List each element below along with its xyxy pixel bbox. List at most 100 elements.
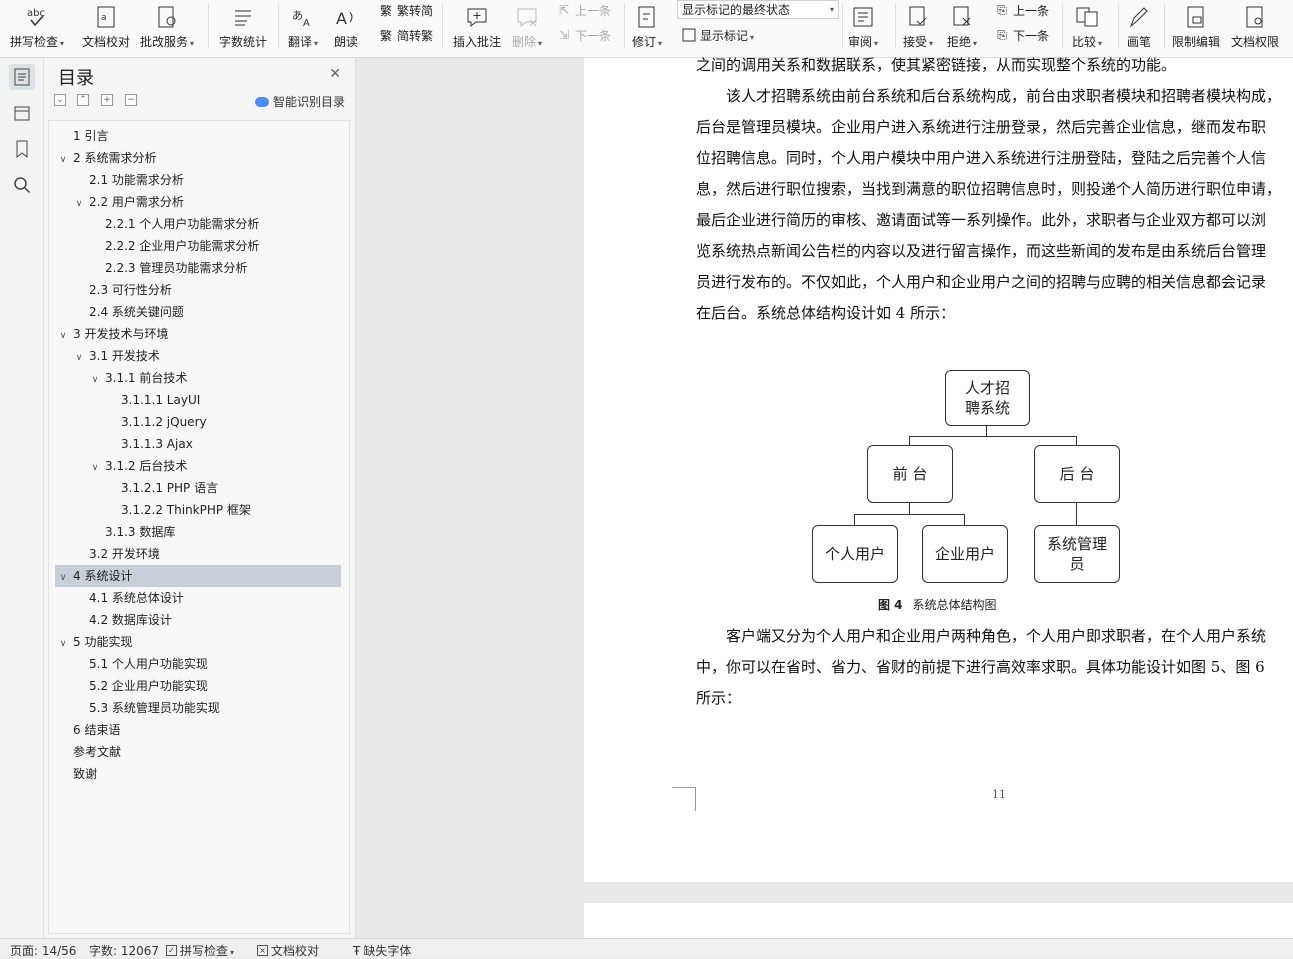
toc-item[interactable]: 2.2.2 企业用户功能需求分析 — [55, 235, 341, 257]
prev-comment-button[interactable]: ⇱ 上一条 — [556, 1, 611, 19]
simp-trad-icon: 繁 — [379, 28, 392, 43]
toc-item[interactable]: ∨ 2.2 用户需求分析 — [55, 191, 341, 213]
toc-icon[interactable] — [9, 64, 35, 90]
toc-item[interactable]: 致谢 — [55, 763, 341, 785]
toc-item[interactable]: 2.1 功能需求分析 — [55, 169, 341, 191]
node-admin: 系统管理员 — [1034, 525, 1120, 583]
toc-item-label: 4 系统设计 — [73, 569, 133, 583]
expand-up-icon[interactable]: ⌃ — [77, 94, 89, 106]
toc-item[interactable]: 2.4 系统关键问题 — [55, 301, 341, 323]
svg-text:A: A — [336, 9, 347, 28]
smart-toc-icon — [254, 96, 269, 107]
toc-item[interactable]: ∨ 4 系统设计 — [55, 565, 341, 587]
toc-item[interactable]: 3.1.2.1 PHP 语言 — [55, 477, 341, 499]
toc-item[interactable]: 2.2.3 管理员功能需求分析 — [55, 257, 341, 279]
chevron-down-icon[interactable]: ∨ — [89, 457, 101, 479]
toc-item[interactable]: 5.1 个人用户功能实现 — [55, 653, 341, 675]
toc-item[interactable]: 1 引言 — [55, 125, 341, 147]
node-enterprise-user: 企业用户 — [922, 525, 1008, 583]
page-indicator[interactable]: 页面: 14/56 — [10, 942, 76, 959]
toc-item-label: 3.1 开发技术 — [89, 349, 160, 363]
add-heading-icon[interactable]: + — [101, 94, 113, 106]
toc-item[interactable]: 3.1.2.2 ThinkPHP 框架 — [55, 499, 341, 521]
chevron-down-icon[interactable]: ∨ — [73, 347, 85, 369]
toc-item[interactable]: ∨ 5 功能实现 — [55, 631, 341, 653]
show-markup-icon — [681, 27, 697, 43]
svg-text:A: A — [303, 18, 310, 28]
ink-button[interactable]: 画笔 — [1126, 0, 1152, 50]
review-pane-icon — [850, 5, 876, 29]
translate-button[interactable]: あA 翻译 — [288, 0, 318, 50]
search-icon[interactable] — [9, 172, 35, 198]
next-change-button[interactable]: ⎘ 下一条 — [994, 26, 1049, 44]
toc-item[interactable]: 参考文献 — [55, 741, 341, 763]
review-pane-button[interactable]: 审阅 — [848, 0, 878, 50]
toc-item-label: 5.1 个人用户功能实现 — [89, 657, 208, 671]
markup-state-select[interactable]: 显示标记的最终状态 ▾ — [677, 0, 839, 19]
accept-button[interactable]: 接受 — [903, 0, 933, 50]
doc-permission-button[interactable]: 文档权限 — [1231, 0, 1279, 50]
bookmark-icon[interactable] — [9, 136, 35, 162]
toc-item[interactable]: 2.3 可行性分析 — [55, 279, 341, 301]
toc-item[interactable]: ∨ 2 系统需求分析 — [55, 147, 341, 169]
toc-item[interactable]: 4.2 数据库设计 — [55, 609, 341, 631]
toc-item[interactable]: ∨ 3.1.2 后台技术 — [55, 455, 341, 477]
toc-item-label: 3.1.1.3 Ajax — [121, 437, 193, 451]
toc-item[interactable]: ∨ 3.1.1 前台技术 — [55, 367, 341, 389]
toc-item-label: 3.1.2.2 ThinkPHP 框架 — [121, 503, 251, 517]
toc-item-label: 1 引言 — [73, 129, 109, 143]
smart-toc-button[interactable]: 智能识别目录 — [254, 93, 345, 110]
prev-change-button[interactable]: ⎘ 上一条 — [994, 1, 1049, 19]
collapse-all-icon[interactable]: ⌄ — [54, 94, 66, 106]
toc-item[interactable]: 3.1.3 数据库 — [55, 521, 341, 543]
node-root: 人才招聘系统 — [945, 370, 1030, 426]
status-spell-check[interactable]: ✓ 拼写检查 — [166, 942, 234, 959]
chevron-down-icon[interactable]: ∨ — [73, 193, 85, 215]
trad-to-simp-button[interactable]: 繁繁转简 — [378, 1, 433, 19]
chevron-down-icon[interactable]: ∨ — [57, 633, 69, 655]
remove-heading-icon[interactable]: − — [125, 94, 137, 106]
next-document-page[interactable] — [584, 903, 1293, 938]
word-count-indicator[interactable]: 字数: 12067 — [89, 942, 159, 959]
missing-font-indicator[interactable]: Ŧ 缺失字体 — [353, 942, 411, 959]
doc-proof-button[interactable]: a 文档校对 — [82, 0, 130, 50]
chevron-down-icon[interactable]: ∨ — [57, 567, 69, 589]
toc-item[interactable]: 2.2.1 个人用户功能需求分析 — [55, 213, 341, 235]
toc-item-label: 3.1.3 数据库 — [105, 525, 176, 539]
toc-item-label: 4.1 系统总体设计 — [89, 591, 184, 605]
toc-item[interactable]: 3.1.1.2 jQuery — [55, 411, 341, 433]
toc-item[interactable]: 3.1.1.3 Ajax — [55, 433, 341, 455]
batch-service-button[interactable]: 批改服务 — [140, 0, 194, 50]
delete-comment-button[interactable]: 删除 — [512, 0, 542, 50]
track-changes-button[interactable]: 修订 — [632, 0, 662, 50]
read-aloud-button[interactable]: A 朗读 — [333, 0, 359, 50]
accept-icon — [905, 5, 931, 29]
insert-comment-button[interactable]: 插入批注 — [453, 0, 501, 50]
simp-to-trad-button[interactable]: 繁简转繁 — [378, 26, 433, 44]
toc-item-label: 2.2.1 个人用户功能需求分析 — [105, 217, 260, 231]
toc-item[interactable]: 3.1.1.1 LayUI — [55, 389, 341, 411]
chevron-down-icon[interactable]: ∨ — [89, 369, 101, 391]
show-markup-button[interactable]: 显示标记 — [681, 26, 754, 44]
reject-button[interactable]: 拒绝 — [947, 0, 977, 50]
restrict-edit-button[interactable]: 限制编辑 — [1172, 0, 1220, 50]
toc-item[interactable]: 5.3 系统管理员功能实现 — [55, 697, 341, 719]
chapter-nav-icon[interactable] — [9, 100, 35, 126]
chevron-down-icon[interactable]: ∨ — [57, 149, 69, 171]
toc-item[interactable]: 6 结束语 — [55, 719, 341, 741]
toc-item[interactable]: 4.1 系统总体设计 — [55, 587, 341, 609]
paragraph-line: 后台是管理员模块。企业用户进入系统进行注册登录，然后完善企业信息，继而发布职 — [696, 118, 1267, 136]
toc-item[interactable]: ∨ 3 开发技术与环境 — [55, 323, 341, 345]
paragraph-line: 览系统热点新闻公告栏的内容以及进行留言操作，而这些新闻的发布是由系统后台管理 — [696, 242, 1267, 260]
toc-item-label: 3.2 开发环境 — [89, 547, 160, 561]
word-count-button[interactable]: 字数统计 — [219, 0, 267, 50]
compare-button[interactable]: 比较 — [1072, 0, 1102, 50]
next-comment-button[interactable]: ⇲ 下一条 — [556, 26, 611, 44]
toc-item[interactable]: ∨ 3.1 开发技术 — [55, 345, 341, 367]
spell-check-button[interactable]: abc 拼写检查 — [10, 0, 64, 50]
toc-item[interactable]: 3.2 开发环境 — [55, 543, 341, 565]
toc-item[interactable]: 5.2 企业用户功能实现 — [55, 675, 341, 697]
close-icon[interactable]: ✕ — [329, 66, 341, 82]
chevron-down-icon[interactable]: ∨ — [57, 325, 69, 347]
status-doc-proof[interactable]: × 文档校对 — [257, 942, 319, 959]
